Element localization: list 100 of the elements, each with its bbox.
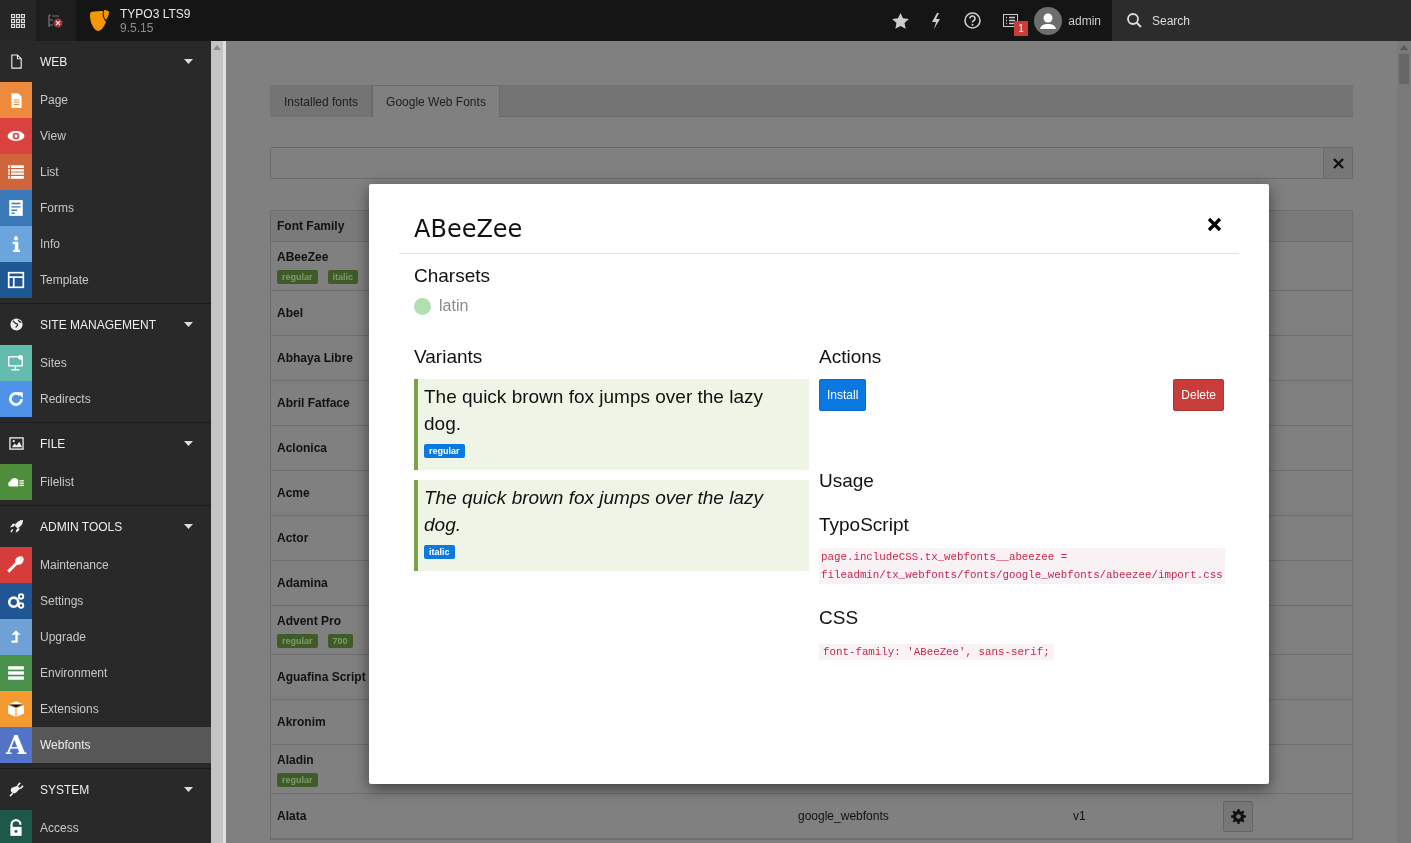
module-group-header[interactable]: FILE: [0, 423, 211, 464]
module-item[interactable]: Redirects: [0, 381, 211, 417]
variant-tag: italic: [327, 270, 359, 284]
module-item[interactable]: View: [0, 118, 211, 154]
group-label: WEB: [39, 53, 69, 71]
dialog-title: ABeeZee: [414, 214, 523, 244]
section-heading: CSS: [819, 607, 860, 629]
table-cell-text: v1: [1072, 808, 1087, 825]
system-info-button[interactable]: 1: [990, 0, 1031, 41]
variant-tag: regular: [277, 270, 318, 284]
module-item[interactable]: Page: [0, 82, 211, 118]
module-item[interactable]: Environment: [0, 655, 211, 691]
code-snippet: font-family: 'ABeeZee', sans-serif;: [819, 644, 1054, 660]
section-heading: Usage: [819, 470, 875, 492]
column-header: Font Family: [277, 218, 345, 235]
module-group-header[interactable]: SITE MANAGEMENT: [0, 304, 211, 345]
variant-tag: regular: [277, 634, 318, 648]
code-snippet: page.includeCSS.tx_webfonts__abeezee = fileadmin/tx_webfonts/fonts/google_webfonts/abeezee/import.css: [819, 548, 1225, 584]
group-label: ADMIN TOOLS: [39, 518, 124, 536]
module-icon: A: [0, 727, 32, 763]
help-icon: [963, 12, 981, 29]
grid-icon: [11, 13, 25, 28]
close-icon: [1207, 216, 1222, 232]
module-item[interactable]: Settings: [0, 583, 211, 619]
list-icon: [1002, 14, 1018, 27]
wrench-icon: [7, 556, 25, 574]
font-name: Abel: [277, 305, 303, 322]
tab[interactable]: Installed fonts: [270, 85, 373, 117]
module-item[interactable]: Info: [0, 226, 211, 262]
search-field[interactable]: [270, 147, 1324, 179]
app-menu-button[interactable]: [0, 0, 36, 41]
notification-badge: 1: [1014, 21, 1028, 36]
charset-label: latin: [439, 296, 469, 316]
font-name: Aladin: [277, 752, 314, 769]
module-item[interactable]: Sites: [0, 345, 211, 381]
font-name: Akronim: [277, 714, 326, 731]
tree-close-icon: [48, 12, 64, 29]
refresh-icon: [7, 390, 25, 408]
scrollbar[interactable]: [211, 41, 226, 843]
section-heading: Variants: [414, 346, 484, 368]
server-icon: [7, 664, 25, 682]
close-button[interactable]: [1207, 216, 1222, 232]
list-icon: [7, 163, 25, 181]
clear-button[interactable]: [1324, 147, 1353, 179]
module-item[interactable]: A Webfonts: [0, 727, 211, 763]
close-icon: [1332, 157, 1344, 169]
variant-tag: 700: [327, 634, 353, 648]
group-label: SITE MANAGEMENT: [39, 316, 157, 334]
module-item[interactable]: Access: [0, 810, 211, 843]
module-item[interactable]: Forms: [0, 190, 211, 226]
font-name: Abril Fatface: [277, 395, 350, 412]
gear-icon: [1230, 808, 1246, 824]
font-name: Aguafina Script: [277, 669, 366, 686]
lock-icon: [7, 819, 25, 837]
layout-icon: [7, 271, 25, 289]
font-name: Acme: [277, 485, 310, 502]
scrollbar[interactable]: [1397, 41, 1411, 843]
rocket-icon: [8, 519, 24, 534]
version-label: 9.5.15: [120, 20, 155, 35]
image-icon: [8, 436, 24, 451]
tab[interactable]: Google Web Fonts: [372, 85, 500, 117]
module-group-header[interactable]: SYSTEM: [0, 769, 211, 810]
module-item[interactable]: List: [0, 154, 211, 190]
section-heading: Charsets: [414, 265, 492, 287]
module-item[interactable]: Upgrade: [0, 619, 211, 655]
bolt-icon: [931, 12, 942, 29]
variant-badge: regular: [424, 444, 465, 458]
app-title: TYPO3 LTS9: [120, 6, 191, 21]
variant-tag: regular: [277, 773, 318, 787]
gears-icon: [7, 592, 25, 610]
module-item[interactable]: Extensions: [0, 691, 211, 727]
font-name: Advent Pro: [277, 613, 341, 630]
user-menu[interactable]: admin: [1030, 0, 1112, 41]
table-cell-text: google_webfonts: [797, 808, 890, 825]
install-button[interactable]: Install: [819, 379, 867, 411]
form-icon: [7, 199, 25, 217]
font-name: Abhaya Libre: [277, 350, 354, 367]
group-label: FILE: [39, 435, 67, 453]
module-item[interactable]: Filelist: [0, 464, 211, 500]
module-group-header[interactable]: WEB: [0, 41, 211, 82]
search-icon: [1127, 13, 1142, 28]
monitor-icon: [7, 354, 25, 372]
module-item[interactable]: Maintenance: [0, 547, 211, 583]
star-icon: [891, 12, 909, 29]
search-button[interactable]: Search: [1112, 0, 1411, 41]
delete-button[interactable]: Delete: [1173, 379, 1224, 411]
section-heading: TypoScript: [819, 514, 910, 536]
globe-icon: [8, 317, 24, 332]
module-item[interactable]: Template: [0, 262, 211, 298]
sample-text: The quick brown fox jumps over the lazy dog.: [424, 385, 764, 436]
sample-text: The quick brown fox jumps over the lazy dog.: [424, 486, 765, 537]
font-name: Adamina: [277, 575, 328, 592]
settings-button[interactable]: [1223, 800, 1253, 832]
avatar-icon: [1034, 6, 1063, 35]
variant-badge: italic: [424, 545, 455, 559]
tree-toggle-button[interactable]: [36, 0, 76, 41]
plug-icon: [8, 782, 24, 797]
group-label: SYSTEM: [39, 781, 91, 799]
module-group-header[interactable]: ADMIN TOOLS: [0, 506, 211, 547]
logo-icon[interactable]: [88, 8, 110, 33]
